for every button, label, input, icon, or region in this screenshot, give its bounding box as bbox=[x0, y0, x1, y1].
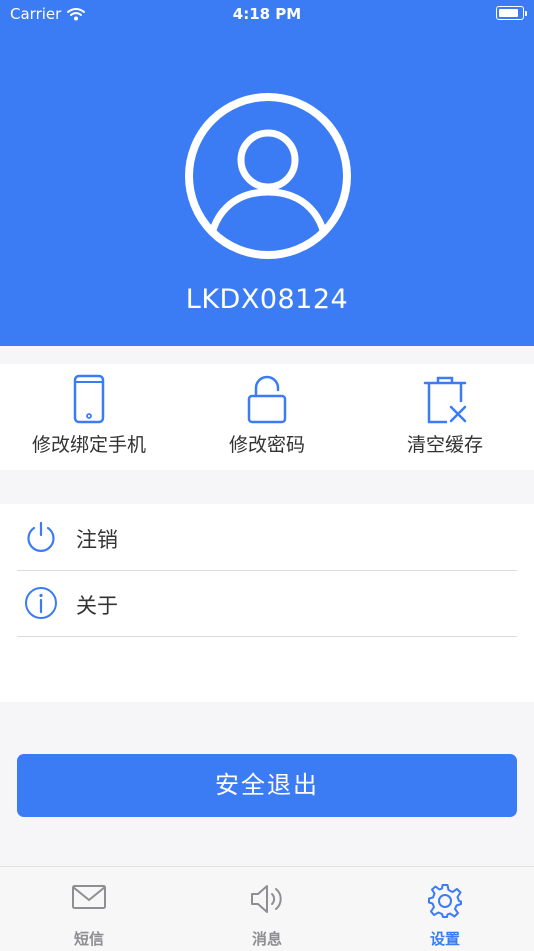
tab-messages[interactable]: 消息 bbox=[178, 867, 356, 951]
power-icon bbox=[27, 521, 55, 552]
profile-header: Carrier 4:18 PM LKDX08124 bbox=[0, 0, 534, 346]
change-phone-label: 修改绑定手机 bbox=[31, 434, 146, 456]
avatar-icon[interactable] bbox=[180, 88, 356, 264]
tab-sms[interactable]: 短信 bbox=[0, 867, 178, 951]
tab-label: 消息 bbox=[251, 930, 282, 948]
list-item-logout[interactable]: 注销 bbox=[17, 504, 517, 571]
gear-icon bbox=[428, 884, 462, 918]
trash-icon bbox=[423, 376, 467, 424]
phone-icon bbox=[73, 374, 105, 424]
settings-list: 注销 关于 bbox=[0, 504, 534, 702]
speaker-icon bbox=[251, 885, 282, 913]
list-item-about[interactable]: 关于 bbox=[17, 570, 517, 637]
clear-cache-button[interactable]: 清空缓存 bbox=[356, 364, 534, 470]
change-password-button[interactable]: 修改密码 bbox=[178, 364, 356, 470]
tab-label: 短信 bbox=[73, 930, 104, 948]
info-icon bbox=[25, 587, 57, 619]
list-item-label: 关于 bbox=[76, 594, 118, 618]
status-bar: Carrier 4:18 PM bbox=[0, 0, 534, 30]
change-phone-button[interactable]: 修改绑定手机 bbox=[0, 364, 178, 470]
battery-icon bbox=[496, 6, 527, 20]
mail-icon bbox=[72, 885, 106, 909]
tab-bar: 短信 消息 设置 bbox=[0, 866, 534, 951]
logout-button[interactable]: 安全退出 bbox=[17, 754, 517, 817]
tab-settings[interactable]: 设置 bbox=[356, 867, 534, 951]
clear-cache-label: 清空缓存 bbox=[406, 434, 483, 456]
status-time: 4:18 PM bbox=[232, 5, 302, 23]
change-password-label: 修改密码 bbox=[228, 434, 305, 456]
list-item-label: 注销 bbox=[76, 528, 118, 552]
lock-icon bbox=[247, 375, 287, 424]
tab-label: 设置 bbox=[429, 930, 460, 948]
username: LKDX08124 bbox=[185, 284, 349, 315]
quick-actions: 修改绑定手机 修改密码 清空缓存 bbox=[0, 364, 534, 470]
